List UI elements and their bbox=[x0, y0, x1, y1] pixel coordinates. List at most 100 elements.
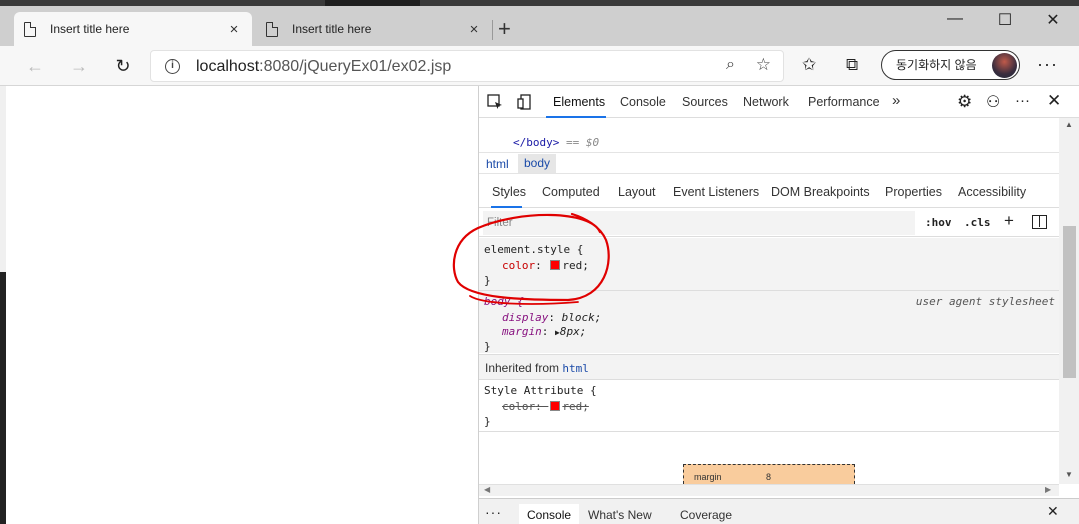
collections-icon[interactable]: ⧉ bbox=[846, 55, 858, 75]
active-subtab-indicator bbox=[491, 206, 522, 208]
favorites-icon[interactable]: ✩ bbox=[802, 55, 816, 75]
element-style-rule[interactable]: element.style { color: red; } bbox=[479, 238, 1059, 290]
close-tab-icon[interactable]: × bbox=[226, 21, 242, 38]
tab-performance[interactable]: Performance bbox=[808, 95, 880, 109]
scroll-up-icon[interactable]: ▲ bbox=[1065, 120, 1073, 129]
tab-strip: Insert title here × Insert title here × … bbox=[0, 0, 1079, 46]
devtools-close-icon[interactable]: ✕ bbox=[1047, 91, 1061, 111]
rule-close: } bbox=[484, 274, 491, 287]
styles-horizontal-scrollbar[interactable]: ◀ ▶ bbox=[479, 484, 1059, 496]
more-icon[interactable]: ··· bbox=[1037, 54, 1058, 75]
url-host: localhost bbox=[196, 58, 260, 75]
url-text[interactable]: localhost:8080/jQueryEx01/ex02.jsp bbox=[196, 58, 451, 76]
color-swatch[interactable] bbox=[550, 401, 561, 411]
tab-sources[interactable]: Sources bbox=[682, 95, 728, 109]
color-swatch[interactable] bbox=[550, 260, 561, 270]
background-editor-strip bbox=[0, 0, 1079, 6]
devtools-panel: Elements Console Sources Network Perform… bbox=[478, 86, 1079, 524]
tab-styles[interactable]: Styles bbox=[492, 185, 526, 199]
rule-selector: body { bbox=[484, 295, 524, 308]
scroll-left-icon[interactable]: ◀ bbox=[484, 485, 490, 494]
breadcrumb-body[interactable]: body bbox=[518, 154, 557, 173]
property-value: red; bbox=[562, 259, 589, 272]
drawer-close-icon[interactable]: ✕ bbox=[1047, 503, 1059, 520]
refresh-icon[interactable]: ↻ bbox=[110, 53, 136, 79]
scroll-right-icon[interactable]: ▶ bbox=[1045, 485, 1051, 494]
tab-separator bbox=[492, 20, 493, 40]
devtools-more-icon[interactable]: ··· bbox=[1015, 92, 1030, 109]
scroll-thumb[interactable] bbox=[1063, 226, 1076, 378]
devtools-drawer: ··· Console What's New Coverage ✕ bbox=[479, 498, 1079, 524]
new-tab-icon[interactable]: + bbox=[498, 17, 511, 41]
url-rest: :8080/jQueryEx01/ex02.jsp bbox=[259, 58, 452, 75]
inherited-header: Inherited from html bbox=[479, 354, 1059, 380]
drawer-tab-console[interactable]: Console bbox=[519, 504, 580, 524]
tab-accessibility[interactable]: Accessibility bbox=[958, 185, 1026, 199]
forward-icon[interactable]: → bbox=[66, 53, 92, 79]
web-page-content[interactable] bbox=[6, 86, 478, 524]
property-name: margin bbox=[502, 325, 542, 338]
minimize-icon[interactable]: — bbox=[940, 10, 970, 28]
body-ua-rule[interactable]: body { user agent stylesheet display: bl… bbox=[479, 291, 1059, 353]
drawer-more-icon[interactable]: ··· bbox=[485, 504, 502, 520]
dom-line[interactable]: </body> == $0 bbox=[513, 136, 599, 149]
rule-selector: element.style { bbox=[484, 243, 584, 256]
style-attribute-rule[interactable]: Style Attribute { color: red; } bbox=[479, 381, 1059, 431]
sync-button[interactable]: 동기화하지 않음 bbox=[881, 50, 1020, 80]
tab-elements[interactable]: Elements bbox=[553, 95, 605, 109]
user-agent-label: user agent stylesheet bbox=[915, 295, 1055, 308]
device-toolbar-icon[interactable] bbox=[517, 94, 533, 110]
styles-vertical-scrollbar[interactable]: ▲ ▼ bbox=[1059, 118, 1079, 484]
sync-label: 동기화하지 않음 bbox=[896, 58, 977, 72]
window-close-icon[interactable]: ✕ bbox=[1038, 10, 1068, 30]
tab-2[interactable]: Insert title here × bbox=[256, 12, 492, 46]
rule-property: margin: ▶8px; bbox=[502, 325, 587, 338]
star-icon[interactable]: ☆ bbox=[756, 55, 771, 75]
hov-toggle[interactable]: :hov bbox=[925, 216, 952, 229]
breadcrumb-html[interactable]: html bbox=[486, 157, 509, 171]
close-tab-icon[interactable]: × bbox=[466, 21, 482, 38]
rule-close: } bbox=[484, 415, 491, 428]
page-icon bbox=[266, 21, 278, 37]
maximize-icon[interactable]: ☐ bbox=[990, 10, 1020, 30]
breadcrumb: html body bbox=[479, 152, 1059, 174]
browser-window: Insert title here × Insert title here × … bbox=[0, 0, 1079, 524]
avatar bbox=[992, 53, 1017, 78]
tab-title: Insert title here bbox=[292, 22, 372, 36]
tab-dom-breakpoints[interactable]: DOM Breakpoints bbox=[771, 185, 870, 199]
inspect-element-icon[interactable] bbox=[487, 94, 503, 110]
dom-tag: </body> bbox=[513, 136, 560, 149]
inherited-link[interactable]: html bbox=[562, 362, 589, 375]
devtools-tabbar: Elements Console Sources Network Perform… bbox=[479, 86, 1079, 118]
drawer-tab-whats-new[interactable]: What's New bbox=[580, 504, 660, 524]
sidebar-toggle-icon[interactable] bbox=[1032, 215, 1047, 229]
address-bar[interactable]: i localhost:8080/jQueryEx01/ex02.jsp ⌕ ☆ bbox=[150, 50, 784, 82]
drawer-tab-coverage[interactable]: Coverage bbox=[672, 504, 740, 524]
rule-property[interactable]: color: red; bbox=[502, 259, 589, 272]
more-tabs-icon[interactable]: » bbox=[892, 92, 900, 109]
back-icon[interactable]: ← bbox=[22, 53, 48, 79]
tab-network[interactable]: Network bbox=[743, 95, 789, 109]
tab-properties[interactable]: Properties bbox=[885, 185, 942, 199]
scroll-down-icon[interactable]: ▼ bbox=[1065, 470, 1073, 479]
feedback-icon[interactable]: ⚇ bbox=[986, 92, 1000, 112]
tab-console[interactable]: Console bbox=[620, 95, 666, 109]
tab-layout[interactable]: Layout bbox=[618, 185, 656, 199]
zoom-icon[interactable]: ⌕ bbox=[726, 56, 735, 74]
tab-event-listeners[interactable]: Event Listeners bbox=[673, 185, 759, 199]
box-model-value[interactable]: 8 bbox=[766, 472, 771, 482]
filter-input[interactable]: Filter bbox=[483, 211, 915, 235]
property-value: block; bbox=[561, 311, 602, 324]
property-value: red; bbox=[562, 400, 589, 413]
tab-1[interactable]: Insert title here × bbox=[14, 12, 252, 46]
tab-computed[interactable]: Computed bbox=[542, 185, 600, 199]
settings-icon[interactable]: ⚙ bbox=[957, 92, 972, 112]
new-rule-icon[interactable]: + bbox=[1004, 211, 1014, 231]
rule-property: display: block; bbox=[502, 311, 602, 324]
cls-toggle[interactable]: .cls bbox=[964, 216, 991, 229]
styles-subtabs: Styles Computed Layout Event Listeners D… bbox=[479, 174, 1059, 208]
property-name: color bbox=[502, 259, 536, 272]
browser-toolbar: ← → ↻ i localhost:8080/jQueryEx01/ex02.j… bbox=[0, 46, 1079, 86]
info-icon[interactable]: i bbox=[165, 59, 180, 74]
box-model-margin[interactable]: margin 8 bbox=[683, 464, 855, 484]
